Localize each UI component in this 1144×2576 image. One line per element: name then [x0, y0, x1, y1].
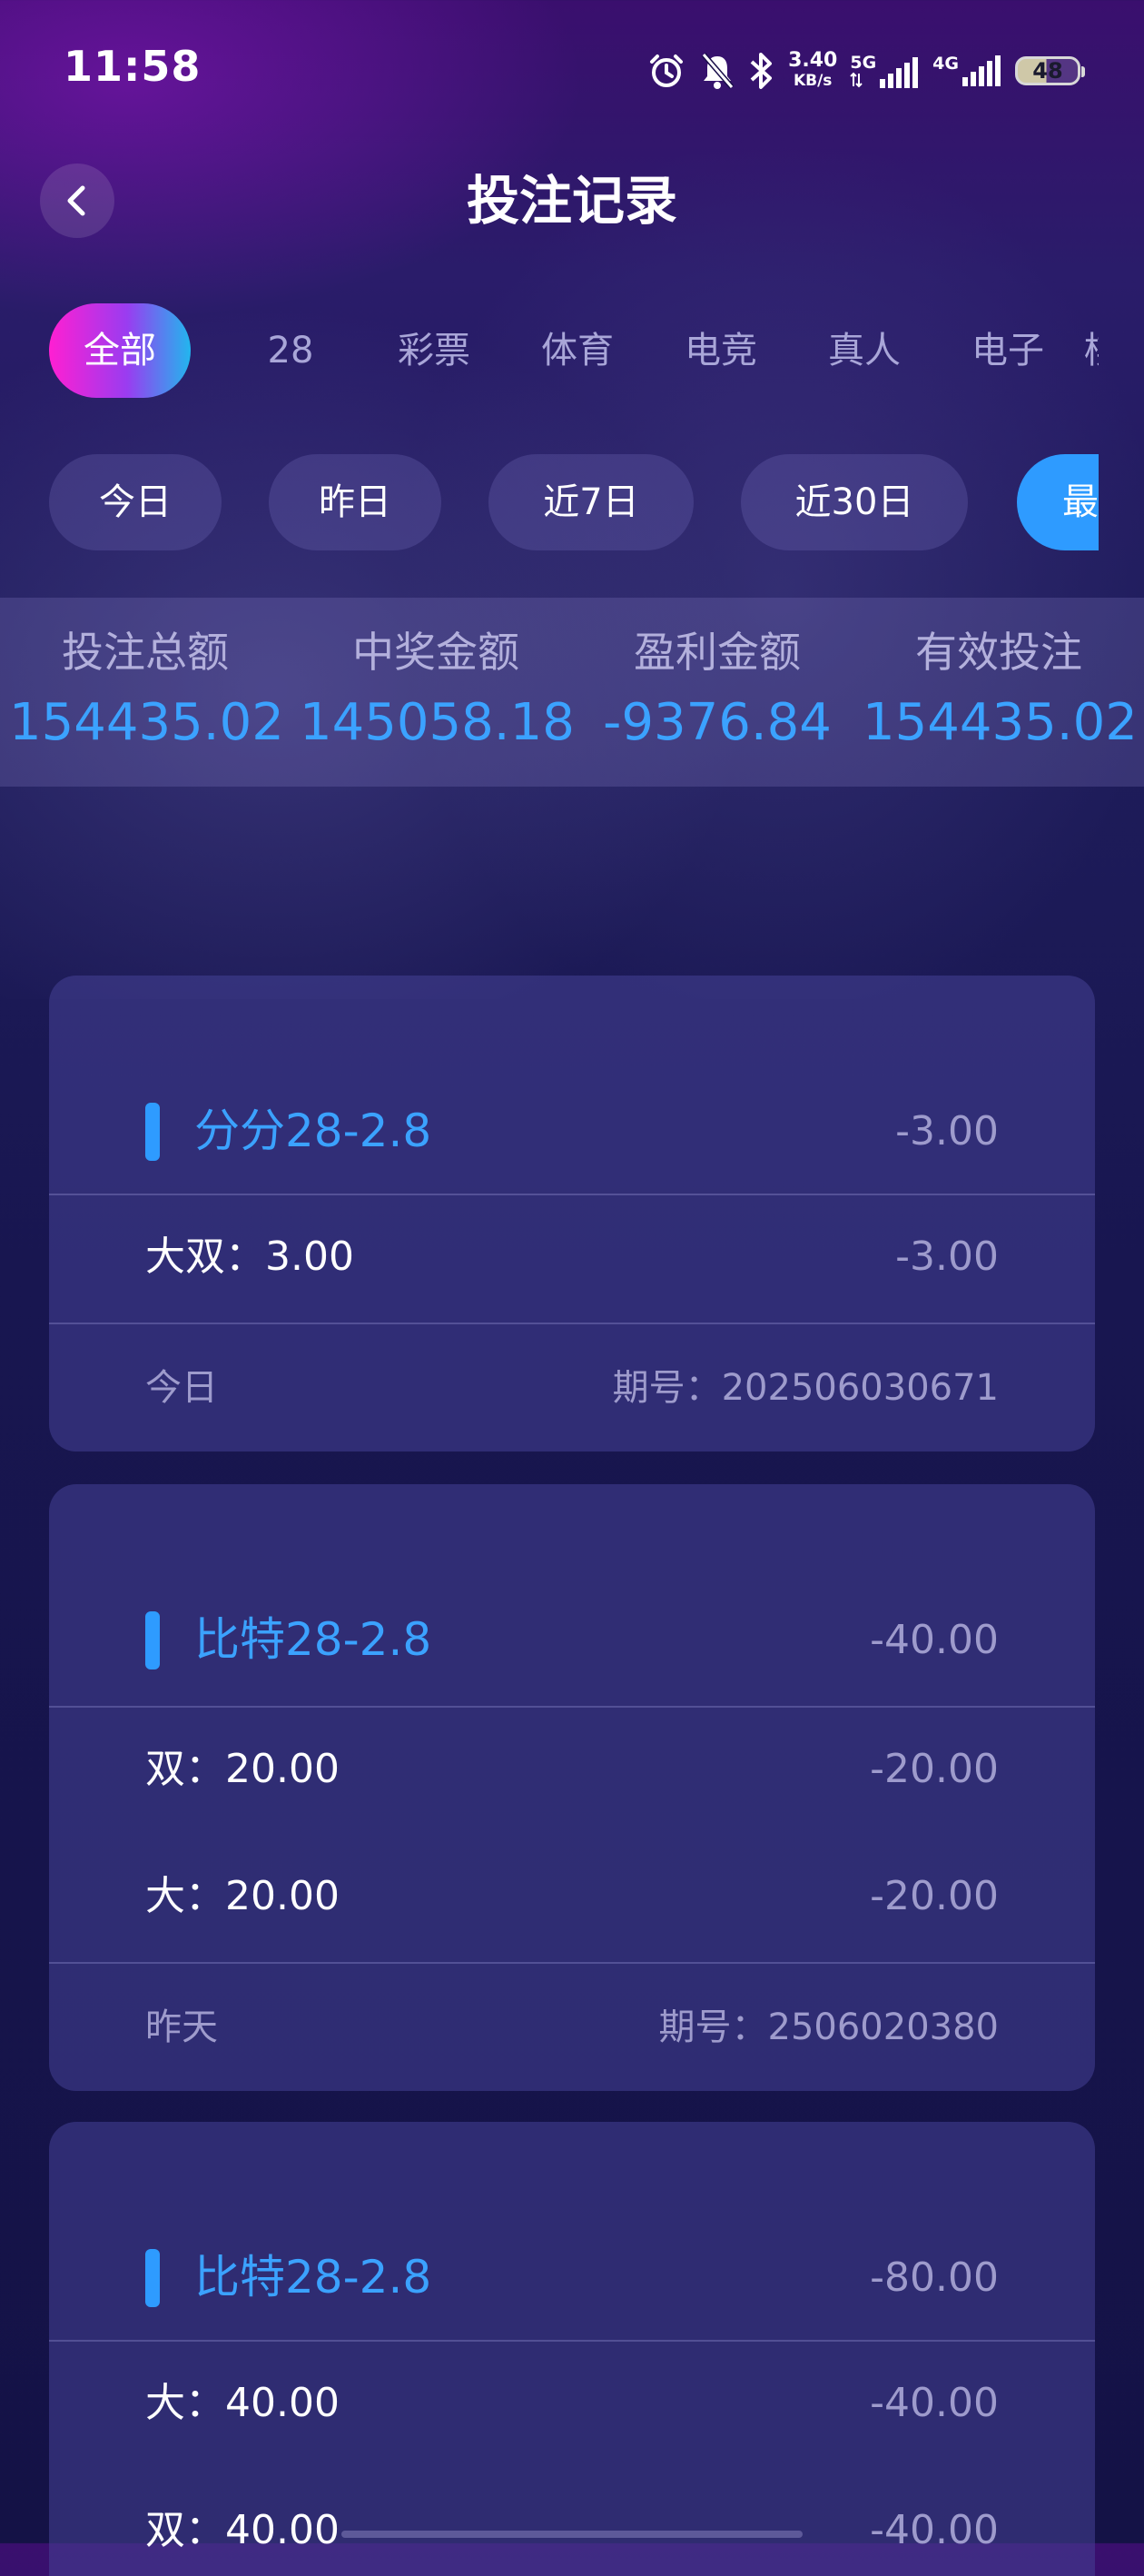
bet-name: 大：20.00: [145, 1873, 340, 1919]
summary-value: -9376.84: [603, 693, 832, 752]
bluetooth-icon: [748, 51, 775, 91]
tab-lottery[interactable]: 彩票: [370, 303, 498, 398]
bet-row: 大：40.00 -40.00: [49, 2342, 1095, 2469]
filter-30-days[interactable]: 近30日: [741, 454, 968, 550]
record-date: 今日: [145, 1367, 218, 1409]
bet-row: 大双：3.00 -3.00: [49, 1195, 1095, 1323]
bet-amount: -20.00: [870, 1873, 999, 1919]
bet-record-card[interactable]: 比特28-2.8 -80.00 大：40.00 -40.00 双：40.00 -…: [49, 2122, 1095, 2576]
filter-latest[interactable]: 最: [1017, 454, 1099, 550]
network-speed: 3.40 KB/s: [788, 49, 838, 91]
record-date: 昨天: [145, 2006, 218, 2048]
bet-amount: -3.00: [895, 1234, 999, 1280]
summary-winnings: 中奖金额 145058.18: [300, 598, 575, 752]
tab-28[interactable]: 28: [227, 303, 354, 398]
bet-record-card[interactable]: 比特28-2.8 -40.00 双：20.00 -20.00 大：20.00 -…: [49, 1484, 1095, 2091]
card-header: 分分28-2.8 -3.00: [49, 976, 1095, 1195]
tab-electronic[interactable]: 电子: [944, 303, 1071, 398]
category-tabs: 全部 28 彩票 体育 电竞 真人 电子 棋: [49, 303, 1099, 398]
card-total: -40.00: [870, 1617, 999, 1663]
summary-value: 145058.18: [300, 693, 575, 752]
issue-number: 期号：2506020380: [658, 2006, 1000, 2048]
game-name: 比特28-2.8: [194, 2251, 432, 2304]
summary-label: 盈利金额: [634, 628, 801, 677]
issue-number: 期号：202506030671: [612, 1367, 999, 1409]
card-footer: 今日 期号：202506030671: [49, 1323, 1095, 1451]
signal-bars-icon: [880, 56, 919, 88]
tab-chess[interactable]: 棋: [1084, 303, 1099, 398]
summary-valid-bet: 有效投注 154435.02: [863, 598, 1138, 752]
bet-name: 双：20.00: [145, 1746, 340, 1792]
bet-amount: -40.00: [870, 2507, 999, 2553]
bet-row: 双：40.00 -40.00: [49, 2469, 1095, 2576]
card-total: -3.00: [895, 1108, 999, 1154]
accent-bar: [145, 1103, 160, 1161]
bet-name: 大双：3.00: [145, 1234, 354, 1280]
status-bar: 11:58 3.40 KB/s 5G 4G 48: [0, 0, 1144, 136]
accent-bar: [145, 1611, 160, 1669]
back-button[interactable]: [40, 163, 114, 238]
bet-row: 双：20.00 -20.00: [49, 1708, 1095, 1835]
battery-indicator: 48: [1015, 56, 1085, 85]
card-footer: 昨天 期号：2506020380: [49, 1962, 1095, 2091]
chevron-left-icon: [67, 185, 85, 216]
bet-name: 双：40.00: [145, 2507, 340, 2553]
status-time: 11:58: [64, 42, 202, 91]
filter-yesterday[interactable]: 昨日: [269, 454, 441, 550]
bet-name: 大：40.00: [145, 2380, 340, 2426]
game-name: 分分28-2.8: [194, 1105, 432, 1157]
status-icons: 3.40 KB/s 5G 4G 48: [646, 45, 1085, 96]
summary-value: 154435.02: [9, 693, 284, 752]
tab-live[interactable]: 真人: [801, 303, 928, 398]
filter-today[interactable]: 今日: [49, 454, 222, 550]
bet-amount: -20.00: [870, 1746, 999, 1792]
alarm-icon: [646, 51, 686, 91]
summary-label: 中奖金额: [352, 628, 519, 677]
filter-7-days[interactable]: 近7日: [488, 454, 694, 550]
summary-value: 154435.02: [863, 693, 1138, 752]
bet-amount: -40.00: [870, 2380, 999, 2426]
mute-bell-icon: [699, 51, 735, 91]
tab-esports[interactable]: 电竞: [657, 303, 784, 398]
card-header: 比特28-2.8 -40.00: [49, 1484, 1095, 1708]
tab-all[interactable]: 全部: [49, 303, 191, 398]
summary-bar: 投注总额 154435.02 中奖金额 145058.18 盈利金额 -9376…: [0, 598, 1144, 787]
summary-profit: 盈利金额 -9376.84: [581, 598, 853, 752]
bet-record-card[interactable]: 分分28-2.8 -3.00 大双：3.00 -3.00 今日 期号：20250…: [49, 976, 1095, 1451]
game-name: 比特28-2.8: [194, 1613, 432, 1666]
signal-4g: 4G: [932, 55, 1002, 86]
card-total: -80.00: [870, 2254, 999, 2301]
summary-label: 有效投注: [915, 628, 1082, 677]
home-indicator[interactable]: [341, 2531, 803, 2538]
signal-bars-icon: [962, 55, 1001, 86]
accent-bar: [145, 2249, 160, 2307]
date-filters: 今日 昨日 近7日 近30日 最: [49, 454, 1099, 550]
bet-row: 大：20.00 -20.00: [49, 1835, 1095, 1962]
signal-5g: 5G: [850, 54, 920, 88]
card-header: 比特28-2.8 -80.00: [49, 2122, 1095, 2342]
summary-label: 投注总额: [62, 628, 229, 677]
tab-sports[interactable]: 体育: [514, 303, 641, 398]
summary-total-bet: 投注总额 154435.02: [9, 598, 284, 752]
page-title: 投注记录: [466, 170, 677, 232]
